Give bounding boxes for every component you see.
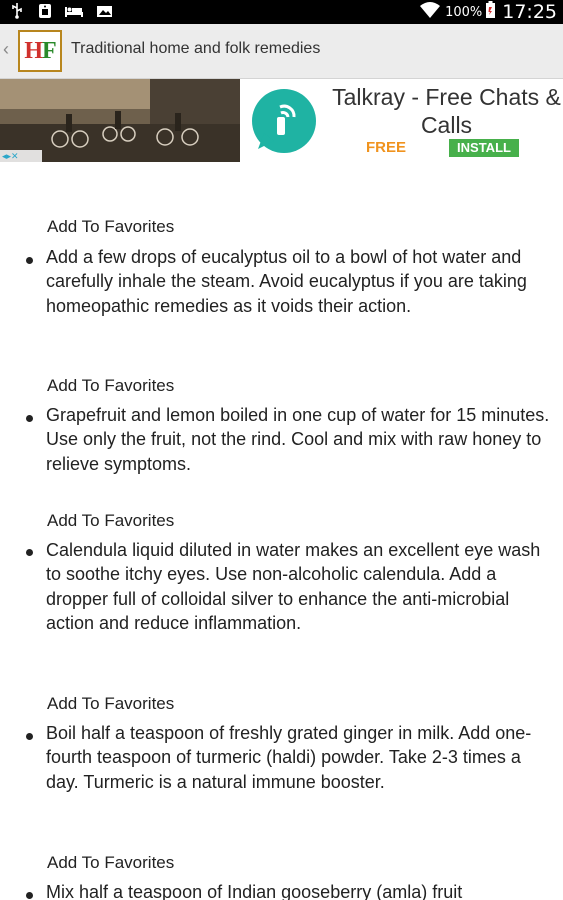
battery-icon [486, 1, 496, 23]
ad-title[interactable]: Talkray - Free Chats & Calls [330, 83, 563, 139]
remedy-text: Add a few drops of eucalyptus oil to a b… [46, 247, 527, 316]
bullet-icon [26, 415, 33, 422]
ad-free-label: FREE [366, 139, 407, 156]
remedy-text: Mix half a teaspoon of Indian gooseberry… [46, 882, 463, 900]
add-to-favorites-link[interactable]: Add To Favorites [47, 376, 174, 396]
bullet-icon [26, 892, 33, 899]
battery-percent: 100% [445, 4, 483, 20]
clock: 17:25 [502, 1, 557, 23]
adchoices-icon[interactable]: ◂▸✕ [0, 150, 42, 162]
chevron-left-icon[interactable]: ‹ [3, 39, 9, 60]
logo-letter-f: F [42, 37, 57, 64]
add-to-favorites-link[interactable]: Add To Favorites [47, 511, 174, 531]
ad-install-button[interactable]: INSTALL [449, 139, 519, 157]
status-bar: 100% 17:25 [0, 0, 563, 24]
app-bar: ‹ HF Traditional home and folk remedies [0, 24, 563, 79]
bullet-icon [26, 549, 33, 556]
bullet-icon [26, 257, 33, 264]
ad-banner[interactable]: ◂▸✕ Talkray - Free Chats & Calls FREE IN… [0, 79, 563, 162]
app-logo[interactable]: HF [18, 30, 62, 72]
logo-letter-h: H [24, 37, 43, 64]
talkray-icon[interactable] [240, 79, 324, 162]
bullet-icon [26, 733, 33, 740]
remedy-text: Calendula liquid diluted in water makes … [46, 540, 541, 633]
add-to-favorites-link[interactable]: Add To Favorites [47, 853, 174, 873]
add-to-favorites-link[interactable]: Add To Favorites [47, 217, 174, 237]
add-to-favorites-link[interactable]: Add To Favorites [47, 694, 174, 714]
usb-icon [12, 3, 26, 19]
remedy-text: Boil half a teaspoon of freshly grated g… [46, 723, 532, 792]
sleep-icon [64, 3, 84, 19]
ad-photo[interactable]: ◂▸✕ [0, 79, 240, 162]
sim-icon [38, 3, 52, 19]
app-title: Traditional home and folk remedies [71, 40, 321, 57]
wifi-icon [419, 1, 441, 24]
remedy-text: Grapefruit and lemon boiled in one cup o… [46, 405, 550, 474]
photo-icon [96, 3, 114, 19]
remedies-list: Add To Favorites Add a few drops of euca… [0, 163, 563, 900]
